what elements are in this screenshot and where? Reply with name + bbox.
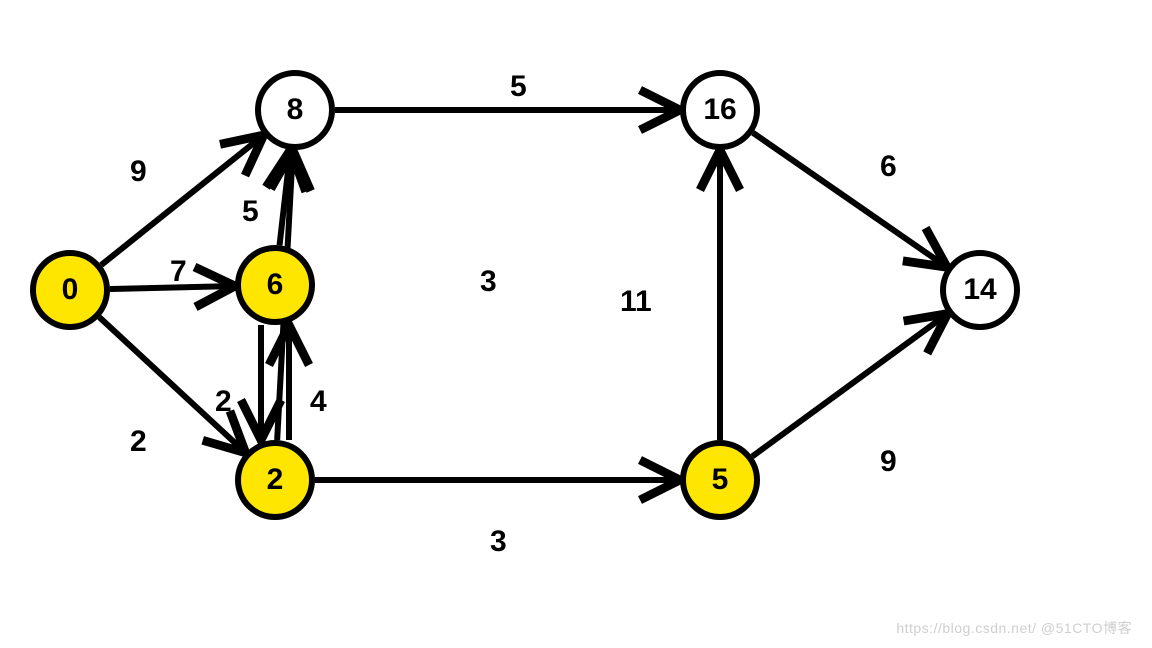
edge-weight-n16-n14: 6 (880, 150, 897, 184)
graph-node-label: 2 (267, 463, 284, 497)
graph-node-label: 8 (287, 93, 304, 127)
edge-weight-n2-n6: 4 (310, 385, 327, 419)
graph-node-label: 14 (963, 273, 996, 307)
graph-node-0: 0 (30, 250, 110, 330)
edge-weight-n0-n6: 7 (170, 255, 187, 289)
graph-node-label: 5 (712, 463, 729, 497)
edge-n16-n14 (753, 133, 944, 265)
edge-weight-n6-n8: 5 (242, 195, 259, 229)
graph-node-5: 5 (680, 440, 760, 520)
edge-n0-n2 (99, 317, 242, 450)
edge-weight-n5-n16: 11 (620, 285, 652, 319)
edge-weight-n2-n5: 3 (490, 525, 507, 559)
edge-weight-n0-n2: 2 (130, 425, 147, 459)
graph-node-label: 0 (62, 273, 79, 307)
graph-node-2: 2 (235, 440, 315, 520)
edge-weight-n6-n2: 2 (215, 385, 232, 419)
graph-node-8: 8 (255, 70, 335, 150)
watermark-text: https://blog.csdn.net/ @51CTO博客 (896, 618, 1132, 638)
graph-node-label: 16 (703, 93, 736, 127)
edge-weight-n2-n8: 3 (480, 265, 497, 299)
edge-weight-n0-n8: 9 (130, 155, 147, 189)
graph-node-14: 14 (940, 250, 1020, 330)
graph-node-label: 6 (267, 268, 284, 302)
graph-node-16: 16 (680, 70, 760, 150)
edge-n5-n14 (752, 316, 944, 456)
graph-node-6: 6 (235, 245, 315, 325)
edge-weight-n8-n16: 5 (510, 70, 527, 104)
edge-n0-n8 (101, 137, 260, 265)
edge-weight-n5-n14: 9 (880, 445, 897, 479)
